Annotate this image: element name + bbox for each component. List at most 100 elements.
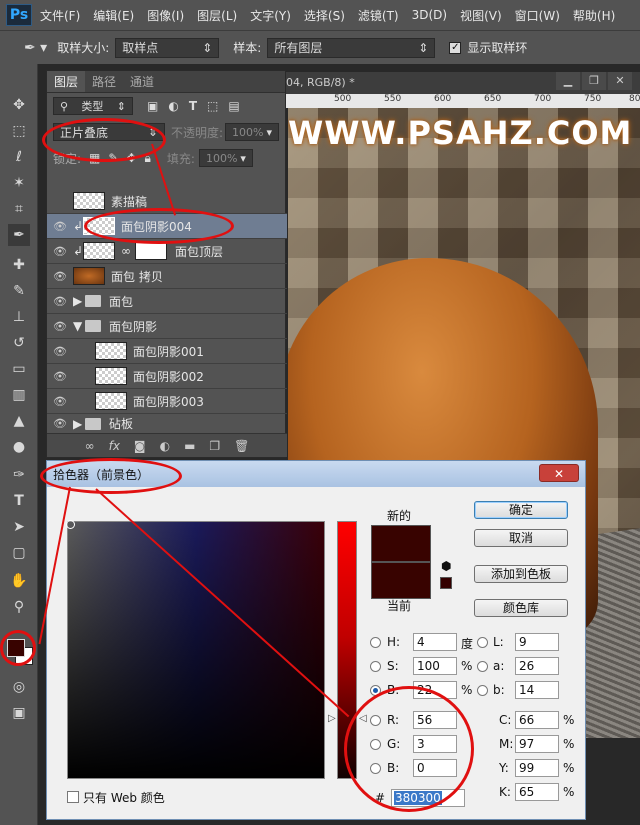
layer-row[interactable]: 👁︎ 面包 拷贝 <box>47 264 287 289</box>
eyedropper-tool-icon[interactable]: ✒ <box>8 224 30 246</box>
layer-row[interactable]: 👁︎ 面包阴影001 <box>47 339 287 364</box>
k-input[interactable]: 65 <box>515 783 559 801</box>
eye-icon[interactable]: 👁︎ <box>47 220 73 233</box>
filter-adjustment-icon[interactable]: ◐ <box>168 99 178 113</box>
layer-group-row[interactable]: 👁︎ ▼ 面包阴影 <box>47 314 287 339</box>
menu-window[interactable]: 窗口(W) <box>515 7 560 24</box>
filter-shape-icon[interactable]: ⬚ <box>207 99 218 113</box>
chevron-right-icon[interactable]: ▶ <box>73 417 85 431</box>
sample-size-select[interactable]: 取样点 ⇕ <box>115 37 220 58</box>
radio-l[interactable] <box>477 637 488 648</box>
tab-layers[interactable]: 图层 <box>47 71 86 92</box>
close-icon[interactable]: ✕ <box>539 464 579 482</box>
healing-brush-tool-icon[interactable]: ✚ <box>8 254 30 276</box>
menu-filter[interactable]: 滤镜(T) <box>358 7 399 24</box>
sample-select[interactable]: 所有图层 ⇕ <box>267 37 436 58</box>
tab-channels[interactable]: 通道 <box>123 71 161 92</box>
eye-icon[interactable]: 👁︎ <box>47 417 73 430</box>
foreground-color-swatch[interactable] <box>7 639 25 657</box>
show-ring-checkbox[interactable]: ✓ <box>449 41 462 54</box>
hand-tool-icon[interactable]: ✋ <box>8 570 30 592</box>
filter-type-icon[interactable]: T <box>189 99 197 113</box>
eye-icon[interactable]: 👁︎ <box>47 270 73 283</box>
new-group-icon[interactable]: ▬ <box>184 439 195 453</box>
m-input[interactable]: 97 <box>515 735 559 753</box>
eye-icon[interactable]: 👁︎ <box>47 395 73 408</box>
filter-pixel-icon[interactable]: ▣ <box>147 99 158 113</box>
radio-h[interactable] <box>370 637 381 648</box>
slider-arrow-left-icon[interactable]: ▷ <box>328 713 336 724</box>
menu-view[interactable]: 视图(V) <box>460 7 502 24</box>
chevron-down-icon[interactable]: ▼ <box>73 319 85 333</box>
type-tool-icon[interactable]: T <box>8 490 30 512</box>
lasso-tool-icon[interactable]: ℓ <box>8 146 30 168</box>
history-brush-tool-icon[interactable]: ↺ <box>8 332 30 354</box>
menu-help[interactable]: 帮助(H) <box>573 7 615 24</box>
l-input[interactable]: 9 <box>515 633 559 651</box>
clone-stamp-tool-icon[interactable]: ⊥ <box>8 306 30 328</box>
menu-select[interactable]: 选择(S) <box>304 7 345 24</box>
screen-mode-icon[interactable]: ▣ <box>8 702 30 724</box>
path-selection-tool-icon[interactable]: ➤ <box>8 516 30 538</box>
chevron-right-icon[interactable]: ▶ <box>73 294 85 308</box>
layer-group-row[interactable]: 👁︎ ▶ 砧板 <box>47 414 287 434</box>
web-only-checkbox[interactable] <box>67 791 79 803</box>
filter-smart-icon[interactable]: ▤ <box>228 99 239 113</box>
color-field[interactable] <box>66 520 325 779</box>
opacity-input[interactable]: 100% ▾ <box>225 123 279 141</box>
minimize-icon[interactable]: ▁ <box>556 72 580 90</box>
link-layers-icon[interactable]: ∞ <box>85 439 95 453</box>
a-input[interactable]: 26 <box>515 657 559 675</box>
tab-paths[interactable]: 路径 <box>85 71 123 92</box>
brush-tool-icon[interactable]: ✎ <box>8 280 30 302</box>
s-input[interactable]: 100 <box>413 657 457 675</box>
radio-a[interactable] <box>477 661 488 672</box>
eye-icon[interactable]: 👁︎ <box>47 370 73 383</box>
gradient-tool-icon[interactable]: ▥ <box>8 384 30 406</box>
tool-preset-picker[interactable]: ✒ ▾ <box>24 40 47 56</box>
layer-row[interactable]: 👁︎ 面包阴影003 <box>47 389 287 414</box>
menu-layer[interactable]: 图层(L) <box>197 7 237 24</box>
add-mask-icon[interactable]: ◙ <box>134 439 146 453</box>
adjustment-layer-icon[interactable]: ◐ <box>160 439 170 453</box>
eraser-tool-icon[interactable]: ▭ <box>8 358 30 380</box>
eye-icon[interactable]: 👁︎ <box>47 295 73 308</box>
lab-b-input[interactable]: 14 <box>515 681 559 699</box>
marquee-tool-icon[interactable]: ⬚ <box>8 120 30 142</box>
menu-edit[interactable]: 编辑(E) <box>93 7 134 24</box>
blur-tool-icon[interactable]: ▲ <box>8 410 30 432</box>
cancel-button[interactable]: 取消 <box>474 529 568 547</box>
web-safe-swatch[interactable] <box>440 577 452 589</box>
h-input[interactable]: 4 <box>413 633 457 651</box>
crop-tool-icon[interactable]: ⌗ <box>8 198 30 220</box>
restore-icon[interactable]: ❐ <box>582 72 606 90</box>
y-input[interactable]: 99 <box>515 759 559 777</box>
radio-s[interactable] <box>370 661 381 672</box>
zoom-tool-icon[interactable]: ⚲ <box>8 596 30 618</box>
move-tool-icon[interactable]: ✥ <box>8 94 30 116</box>
fx-icon[interactable]: fx <box>109 439 120 453</box>
menu-type[interactable]: 文字(Y) <box>250 7 291 24</box>
ok-button[interactable]: 确定 <box>474 501 568 519</box>
close-icon[interactable]: ✕ <box>608 72 632 90</box>
current-color-swatch[interactable] <box>371 562 431 599</box>
fill-input[interactable]: 100% ▾ <box>198 149 253 167</box>
eye-icon[interactable]: 👁︎ <box>47 320 73 333</box>
pen-tool-icon[interactable]: ✑ <box>8 464 30 486</box>
radio-lab-b[interactable] <box>477 685 488 696</box>
shape-tool-icon[interactable]: ▢ <box>8 542 30 564</box>
color-libraries-button[interactable]: 颜色库 <box>474 599 568 617</box>
eye-icon[interactable]: 👁︎ <box>47 245 73 258</box>
c-input[interactable]: 66 <box>515 711 559 729</box>
menu-file[interactable]: 文件(F) <box>40 7 80 24</box>
dodge-tool-icon[interactable]: ● <box>8 436 30 458</box>
quick-mask-icon[interactable]: ◎ <box>8 676 30 698</box>
new-layer-icon[interactable]: ❐ <box>209 439 220 453</box>
trash-icon[interactable]: 🗑︎ <box>234 439 249 453</box>
eye-icon[interactable]: 👁︎ <box>47 345 73 358</box>
magic-wand-tool-icon[interactable]: ✶ <box>8 172 30 194</box>
layer-group-row[interactable]: 👁︎ ▶ 面包 <box>47 289 287 314</box>
layer-row[interactable]: 👁︎ 面包阴影002 <box>47 364 287 389</box>
menu-image[interactable]: 图像(I) <box>147 7 184 24</box>
add-to-swatches-button[interactable]: 添加到色板 <box>474 565 568 583</box>
